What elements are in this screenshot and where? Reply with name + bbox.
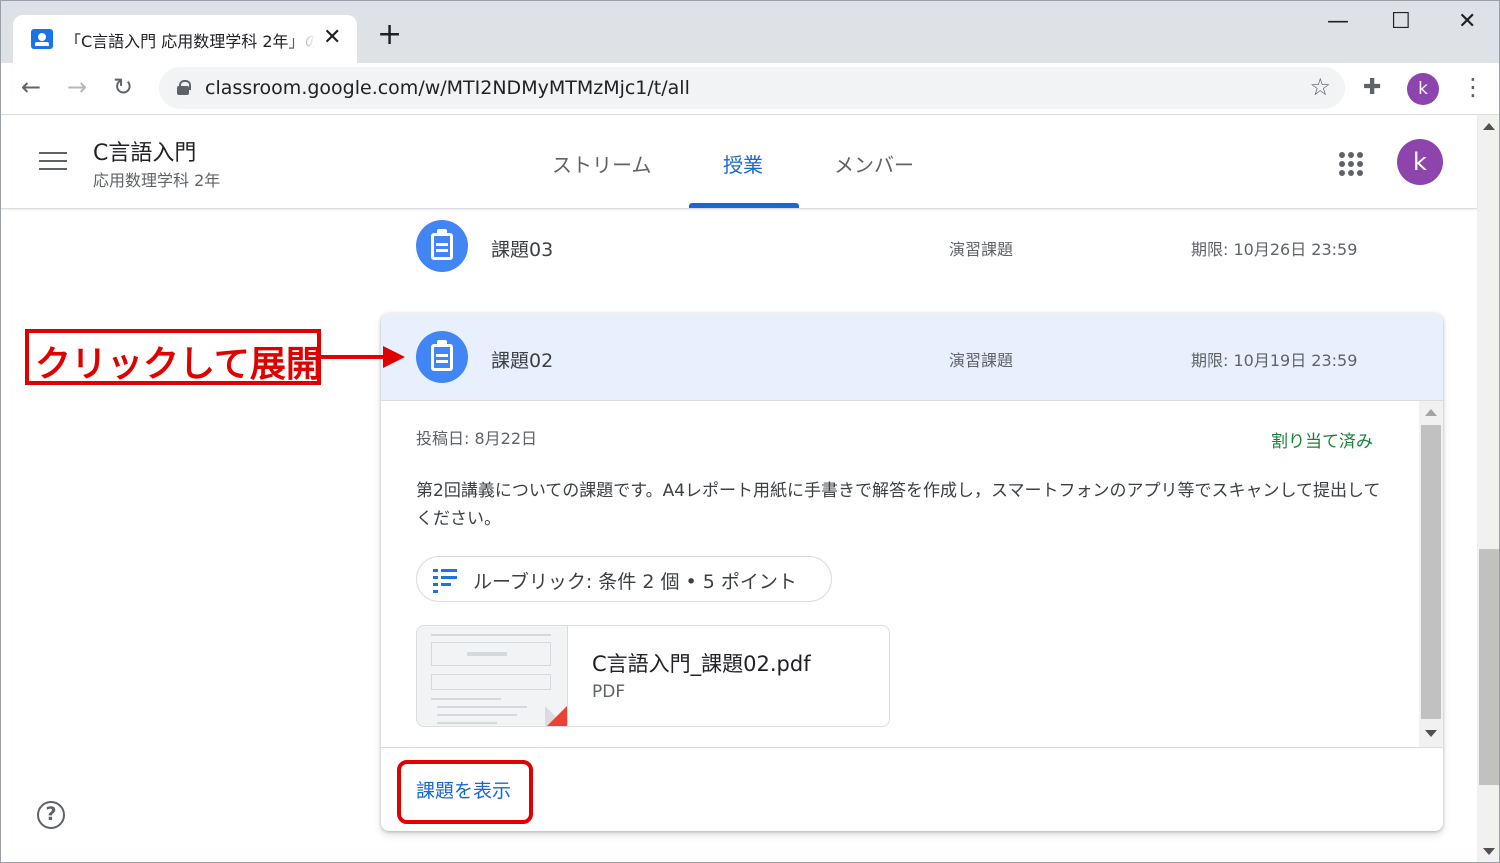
browser-toolbar: ← → ↻ classroom.google.com/w/MTI2NDMyMTM… xyxy=(1,63,1499,115)
menu-icon[interactable] xyxy=(39,152,67,172)
account-avatar[interactable]: k xyxy=(1397,139,1443,185)
scroll-up-icon[interactable] xyxy=(1425,409,1437,416)
active-tab-indicator xyxy=(689,203,799,208)
new-tab-button[interactable]: + xyxy=(377,20,402,50)
rubric-icon xyxy=(433,568,457,593)
assignment-title[interactable]: 課題02 xyxy=(491,346,553,373)
scrollbar-thumb[interactable] xyxy=(1421,425,1441,719)
assignment-details: 投稿日: 8月22日 割り当て済み 第2回講義についての課題です。A4レポート用… xyxy=(381,401,1443,747)
assignment-type: 演習課題 xyxy=(949,240,1014,259)
assignment-description: 第2回講義についての課題です。A4レポート用紙に手書きで解答を作成し，スマートフ… xyxy=(416,481,1381,529)
assignment-card-expanded: 課題02 演習課題 期限: 10月19日 23:59 投稿日: 8月22日 割り… xyxy=(381,313,1443,831)
rubric-chip[interactable]: ルーブリック: 条件 2 個 • 5 ポイント xyxy=(416,556,832,602)
annotation-callout: クリックして展開 xyxy=(25,329,322,385)
assignment-icon xyxy=(416,331,468,383)
assignment-title[interactable]: 課題03 xyxy=(491,235,553,262)
pdf-file-icon xyxy=(545,706,567,726)
classroom-favicon-icon xyxy=(31,29,53,49)
browser-window: 「C言語入門 応用数理学科 2年」の ✕ + — ☐ ✕ ← → ↻ class… xyxy=(0,0,1500,863)
tab-people[interactable]: メンバー xyxy=(834,149,914,178)
scroll-down-icon[interactable] xyxy=(1483,848,1495,855)
page-scrollbar[interactable] xyxy=(1477,115,1499,862)
scrollbar-thumb[interactable] xyxy=(1479,549,1499,785)
annotation-arrow xyxy=(321,355,385,359)
attachment-type: PDF xyxy=(592,682,626,702)
assignment-type: 演習課題 xyxy=(949,351,1014,370)
address-bar[interactable]: classroom.google.com/w/MTI2NDMyMTMzMjc1/… xyxy=(159,67,1345,109)
classroom-header: C言語入門 応用数理学科 2年 ストリーム 授業 メンバー k xyxy=(1,115,1477,209)
highlight-box xyxy=(397,760,533,824)
browser-menu-icon[interactable]: ⋮ xyxy=(1461,73,1485,101)
attachment-name[interactable]: C言語入門_課題02.pdf xyxy=(592,648,811,678)
assignment-row[interactable]: 課題02 演習課題 期限: 10月19日 23:59 xyxy=(381,313,1443,401)
scroll-down-icon[interactable] xyxy=(1425,730,1437,737)
class-section: 応用数理学科 2年 xyxy=(93,171,221,190)
url-text[interactable]: classroom.google.com/w/MTI2NDMyMTMzMjc1/… xyxy=(205,77,690,99)
tab-title: 「C言語入門 応用数理学科 2年」の xyxy=(65,32,315,51)
maximize-icon[interactable]: ☐ xyxy=(1391,9,1411,34)
classwork-content: 課題03 演習課題 期限: 10月26日 23:59 課題02 演習課題 期限:… xyxy=(1,209,1477,862)
details-scrollbar[interactable] xyxy=(1419,401,1443,747)
close-window-icon[interactable]: ✕ xyxy=(1458,9,1476,34)
back-icon[interactable]: ← xyxy=(21,73,41,101)
minimize-icon[interactable]: — xyxy=(1327,9,1349,34)
scroll-up-icon[interactable] xyxy=(1483,123,1495,130)
tab-close-icon[interactable]: ✕ xyxy=(323,25,341,50)
pdf-thumbnail xyxy=(417,626,568,726)
reload-icon[interactable]: ↻ xyxy=(113,73,133,101)
rubric-label: ルーブリック: 条件 2 個 • 5 ポイント xyxy=(473,571,797,593)
tab-classwork[interactable]: 授業 xyxy=(723,149,763,178)
forward-icon[interactable]: → xyxy=(67,73,87,101)
lock-icon xyxy=(177,80,191,95)
tab-stream[interactable]: ストリーム xyxy=(552,149,651,178)
card-footer: 課題を表示 xyxy=(381,747,1443,831)
assignment-due: 期限: 10月26日 23:59 xyxy=(1191,240,1358,259)
arrow-head-icon xyxy=(383,346,405,368)
browser-tab[interactable]: 「C言語入門 応用数理学科 2年」の ✕ xyxy=(13,15,357,63)
google-apps-icon[interactable] xyxy=(1339,152,1363,176)
status-badge: 割り当て済み xyxy=(1271,432,1373,452)
annotation-text: クリックして展開 xyxy=(35,344,322,385)
extensions-icon[interactable]: ✚ xyxy=(1363,75,1381,100)
bookmark-star-icon[interactable]: ☆ xyxy=(1309,73,1331,101)
assignment-due: 期限: 10月19日 23:59 xyxy=(1191,351,1358,370)
posted-date: 投稿日: 8月22日 xyxy=(416,429,538,448)
class-title[interactable]: C言語入門 xyxy=(93,135,196,167)
browser-titlebar: 「C言語入門 応用数理学科 2年」の ✕ + — ☐ ✕ xyxy=(1,1,1499,63)
browser-profile-avatar[interactable]: k xyxy=(1407,73,1439,105)
assignment-icon xyxy=(416,220,468,272)
attachment-card[interactable]: C言語入門_課題02.pdf PDF xyxy=(416,625,890,727)
help-icon[interactable]: ? xyxy=(37,801,65,829)
